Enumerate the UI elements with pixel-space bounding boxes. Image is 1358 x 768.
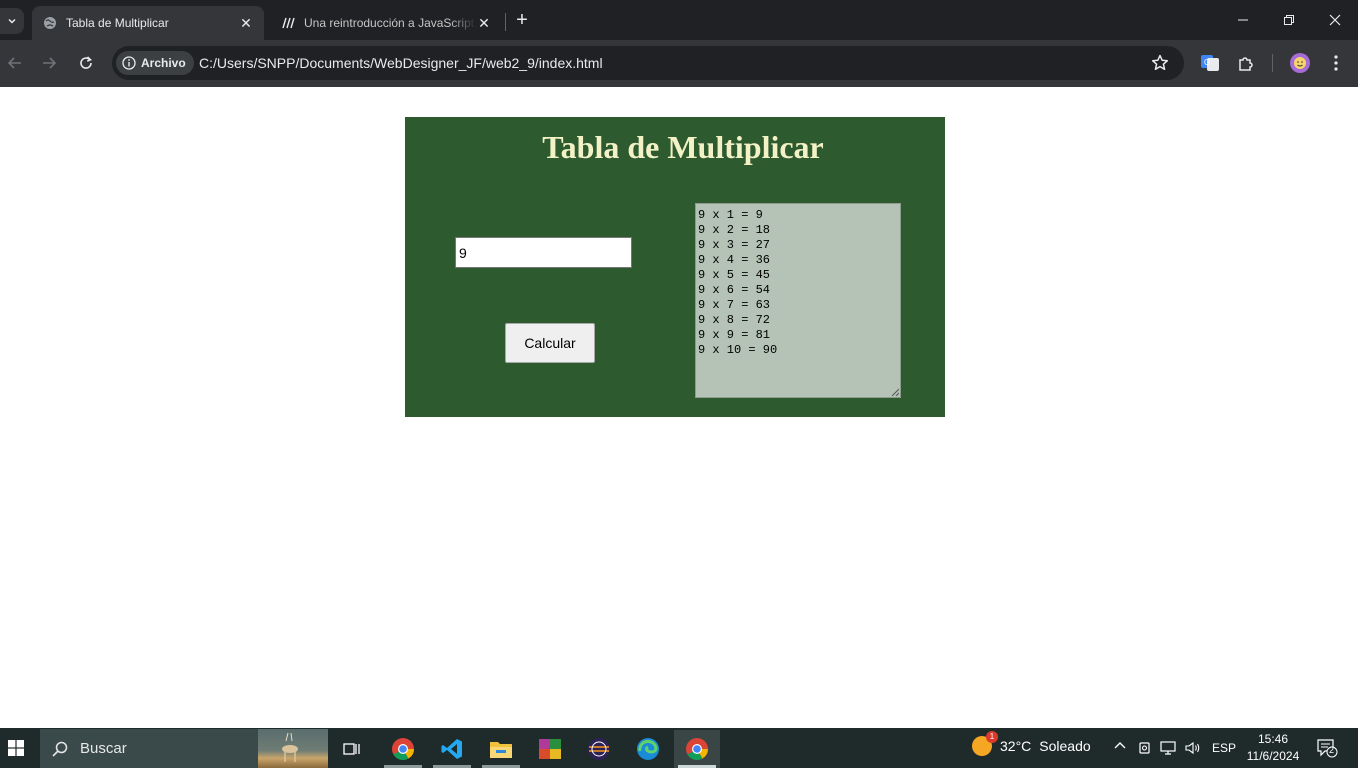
task-view-button[interactable] — [329, 730, 375, 768]
site-chip-label: Archivo — [141, 56, 186, 70]
results-textarea[interactable]: 9 x 1 = 9 9 x 2 = 18 9 x 3 = 27 9 x 4 = … — [695, 203, 901, 398]
result-line: 9 x 9 = 81 — [698, 328, 771, 342]
tab-title: Una reintroducción a JavaScript — [304, 16, 475, 30]
forward-button[interactable] — [36, 52, 62, 74]
taskbar-winrar[interactable] — [527, 730, 573, 768]
toolbar-separator — [1272, 54, 1273, 72]
calculate-button[interactable]: Calcular — [505, 323, 595, 363]
taskbar-file-explorer[interactable] — [478, 730, 524, 768]
folder-icon — [490, 742, 512, 758]
tab-tabla-de-multiplicar[interactable]: Tabla de Multiplicar ✕ — [32, 6, 264, 40]
result-line: 9 x 7 = 63 — [698, 298, 771, 312]
profile-avatar[interactable] — [1290, 53, 1310, 73]
multiplication-card: Tabla de Multiplicar Calcular 9 x 1 = 9 … — [405, 117, 945, 417]
taskbar-vscode[interactable] — [429, 730, 475, 768]
taskbar-clock[interactable]: 15:46 11/6/2024 — [1244, 731, 1302, 765]
minimize-icon — [1238, 19, 1248, 21]
meet-now-icon[interactable] — [1137, 740, 1153, 759]
tab-title: Tabla de Multiplicar — [66, 16, 169, 30]
restore-button[interactable] — [1266, 0, 1312, 40]
result-line: 9 x 10 = 90 — [698, 343, 778, 357]
close-icon — [1329, 14, 1341, 26]
result-line: 9 x 6 = 54 — [698, 283, 771, 297]
taskbar-eclipse[interactable] — [576, 730, 622, 768]
language-indicator[interactable]: ESP — [1212, 741, 1236, 755]
reload-icon — [80, 56, 92, 69]
minimize-button[interactable] — [1220, 0, 1266, 40]
back-button[interactable] — [2, 52, 28, 74]
weather-condition: Soleado — [1039, 738, 1091, 754]
winrar-icon — [539, 739, 561, 759]
reload-button[interactable] — [73, 52, 99, 74]
weather-badge: 1 — [986, 731, 998, 743]
clock-date: 11/6/2024 — [1246, 749, 1300, 763]
weather-widget[interactable]: 1 32°C Soleado — [972, 731, 1091, 756]
result-line: 9 x 3 = 27 — [698, 238, 771, 252]
number-input[interactable] — [455, 237, 632, 268]
show-hidden-icons-button[interactable] — [1113, 739, 1127, 754]
globe-icon — [42, 15, 58, 31]
weather-temperature: 32°C — [1000, 738, 1032, 754]
info-icon — [122, 56, 136, 70]
chrome-icon — [686, 738, 708, 760]
chevron-down-icon — [8, 18, 16, 24]
site-info-chip[interactable]: Archivo — [116, 51, 194, 75]
arrow-right-icon — [43, 57, 57, 69]
url-text[interactable]: C:/Users/SNPP/Documents/WebDesigner_JF/w… — [199, 55, 603, 71]
page-title: Tabla de Multiplicar — [542, 129, 824, 165]
result-line: 9 x 8 = 72 — [698, 313, 771, 327]
resize-grip-icon[interactable] — [891, 388, 899, 396]
chrome-icon — [392, 738, 414, 760]
volume-icon[interactable] — [1184, 740, 1202, 759]
windows-logo-icon — [8, 740, 24, 756]
tab-separator — [505, 13, 506, 31]
mdn-logo-icon — [280, 15, 296, 31]
sun-icon: 1 — [972, 731, 998, 756]
restore-icon — [1284, 15, 1294, 25]
result-line: 9 x 1 = 9 — [698, 208, 763, 222]
clock-time: 15:46 — [1257, 732, 1289, 746]
svg-text:G: G — [1204, 58, 1210, 67]
result-line: 9 x 2 = 18 — [698, 223, 771, 237]
close-tab-icon[interactable]: ✕ — [238, 15, 254, 31]
search-icon — [40, 740, 80, 758]
new-tab-button[interactable]: + — [512, 10, 532, 30]
notification-icon — [1317, 739, 1338, 758]
notification-center-button[interactable]: 2 — [1316, 738, 1338, 758]
close-tab-icon[interactable]: ✕ — [476, 15, 492, 31]
browser-menu-button[interactable] — [1325, 52, 1347, 74]
extensions-puzzle-icon[interactable] — [1235, 52, 1257, 74]
taskbar-chrome-active[interactable] — [674, 730, 720, 768]
tab-search-button[interactable] — [0, 8, 24, 34]
tab-reintroduccion-javascript[interactable]: Una reintroducción a JavaScript ✕ — [270, 6, 502, 40]
result-line: 9 x 4 = 36 — [698, 253, 771, 267]
taskbar-search[interactable]: Buscar — [40, 729, 328, 768]
network-icon[interactable] — [1160, 740, 1178, 759]
vscode-icon — [441, 739, 462, 759]
avatar-face-icon — [1294, 57, 1306, 69]
search-highlight-image — [258, 729, 328, 768]
eclipse-icon — [588, 738, 610, 760]
notification-count: 2 — [1329, 745, 1335, 755]
close-window-button[interactable] — [1312, 0, 1358, 40]
chevron-up-icon — [1114, 742, 1126, 749]
start-button[interactable] — [0, 728, 32, 768]
taskbar-chrome[interactable] — [380, 730, 426, 768]
taskbar-edge[interactable] — [625, 730, 671, 768]
edge-icon — [637, 738, 659, 760]
search-placeholder: Buscar — [80, 740, 127, 757]
google-translate-icon[interactable]: G — [1199, 52, 1221, 74]
task-view-icon — [343, 743, 360, 755]
more-vertical-icon — [1334, 55, 1338, 71]
arrow-left-icon — [7, 57, 21, 69]
result-line: 9 x 5 = 45 — [698, 268, 771, 282]
bookmark-star-icon[interactable] — [1150, 53, 1170, 73]
